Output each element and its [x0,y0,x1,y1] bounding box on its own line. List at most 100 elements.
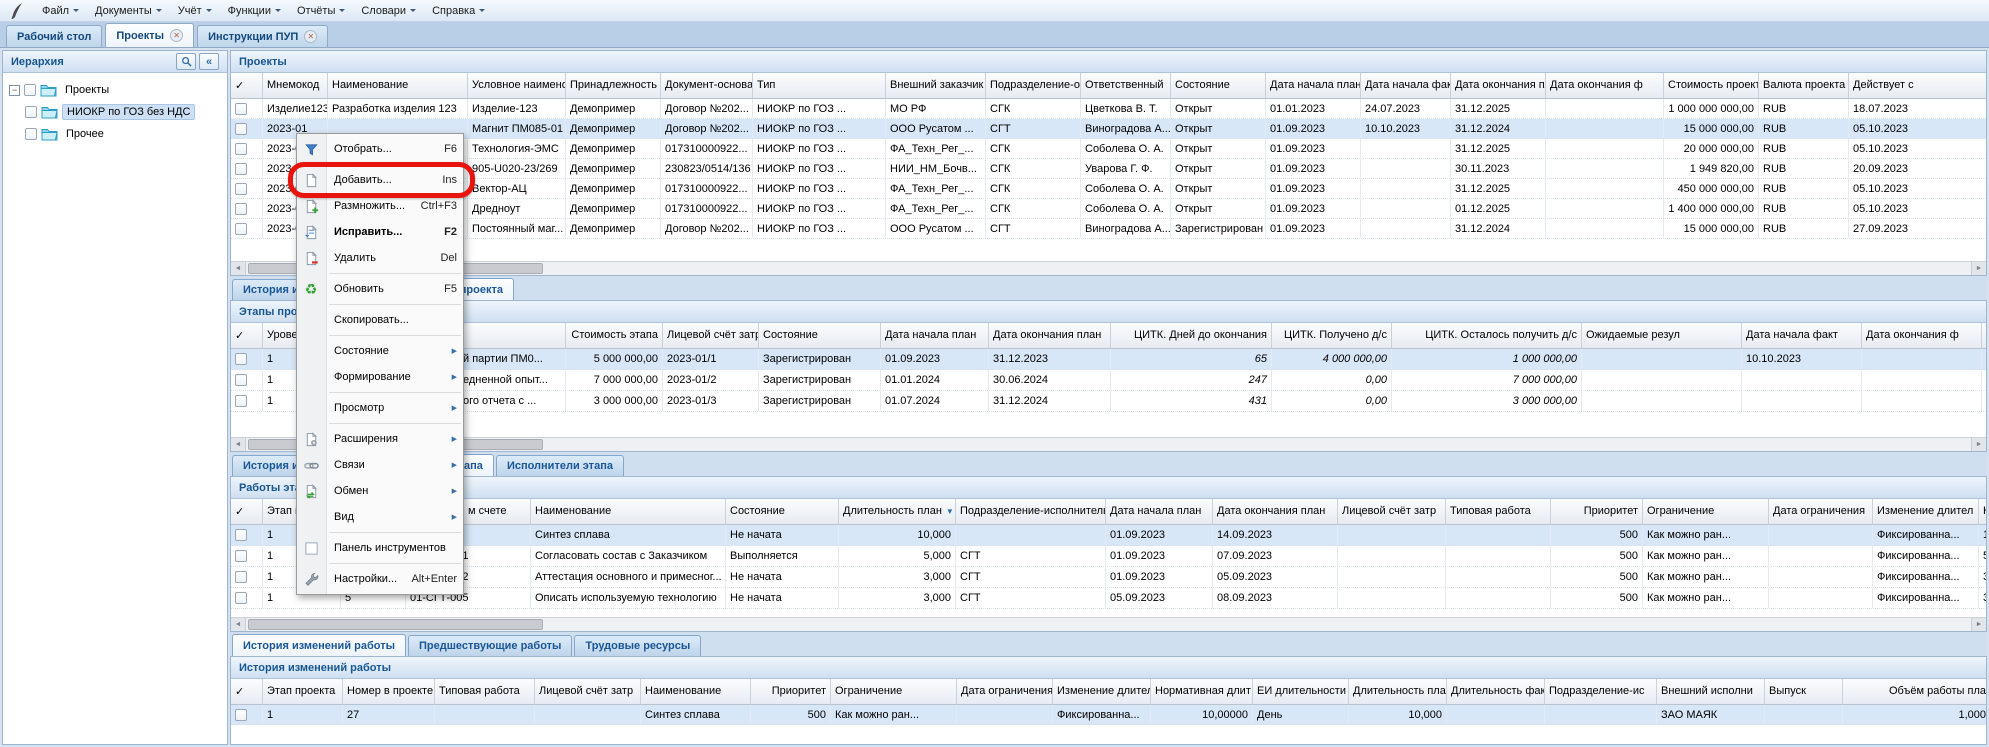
cell[interactable]: НИИ_НМ_Бочв... [886,159,986,178]
cell[interactable]: СГК [986,99,1081,118]
cell[interactable]: 18.07.2023 [1849,99,1987,118]
row-checkbox-cell[interactable] [231,179,263,198]
cell[interactable]: Изделие-123 [468,99,566,118]
cell[interactable] [1982,391,1987,411]
cell[interactable]: Синтез сплава [641,705,751,724]
cell[interactable] [1742,370,1862,390]
cell[interactable]: Зарегистрирован [1171,219,1266,238]
cell[interactable]: НИОКР по ГОЗ ... [753,119,886,138]
column-header[interactable]: Изменение длител [1873,499,1979,524]
column-header[interactable]: Внешний заказчик [886,73,986,98]
row-checkbox-cell[interactable] [231,219,263,238]
cell[interactable] [1446,546,1551,566]
column-header[interactable]: ✓ [231,73,263,98]
cell[interactable]: 3 000 000,00 [1392,391,1582,411]
cell[interactable]: СГК [986,159,1081,178]
table-row[interactable]: 2023-03905-U020-23/269Демопример230823/0… [231,159,1986,179]
cell[interactable]: Как можно ран... [1643,546,1769,566]
cell[interactable]: Виноградова А... [1081,119,1171,138]
cell[interactable]: Как можно ран... [831,705,957,724]
scroll-left-icon[interactable]: ◄ [231,618,246,631]
table-row[interactable]: 1501-СГТ-005Описать используемую техноло… [231,588,1986,609]
checkbox-icon[interactable] [235,123,247,135]
cell[interactable]: ЗАО МАЯК [1657,705,1765,724]
cell[interactable]: 4 000 000,00 [1272,349,1392,369]
cell[interactable]: 07.09.2023 [1213,546,1338,566]
cell[interactable] [1338,525,1446,545]
context-menu-item-filter[interactable]: Отобрать...F6 [297,136,463,162]
cell[interactable] [1361,219,1451,238]
cell[interactable]: Демопример [566,199,661,218]
cell[interactable]: RUB [1759,119,1849,138]
column-header[interactable]: ✓ [231,679,263,704]
context-menu-item-edit[interactable]: Исправить...F2 [297,219,463,245]
checkbox-icon[interactable] [235,529,247,541]
tree-item[interactable]: −Проекты [9,79,227,101]
cell[interactable]: СГТ [986,219,1081,238]
cell[interactable]: 31.12.2023 [989,349,1111,369]
cell[interactable]: 05.10.2023 [1849,199,1987,218]
cell[interactable]: Уварова Г. Ф. [1081,159,1171,178]
cell[interactable]: 017310000922... [661,199,753,218]
context-menu-item-delete[interactable]: УдалитьDel [297,245,463,271]
column-header[interactable]: Лицевой счёт затр [1338,499,1446,524]
column-header[interactable]: Дата начала план [1106,499,1213,524]
column-header[interactable]: Лицевой счёт затр [535,679,641,704]
cell[interactable]: Синтез сплава [531,525,726,545]
cell[interactable]: 65 [1111,349,1272,369]
cell[interactable] [1446,588,1551,608]
cell[interactable]: 905-U020-23/269 [468,159,566,178]
menubar-item-documents[interactable]: Документы [87,3,170,19]
column-header[interactable]: Подразделение-исполнитель.. [956,499,1106,524]
cell[interactable]: 2023-01/2 [663,370,759,390]
cell[interactable]: 01.09.2023 [1106,525,1213,545]
panel-tab[interactable]: Исполнители этапа [496,455,624,476]
cell[interactable]: НИОКР по ГОЗ ... [753,179,886,198]
menubar-item-accounting[interactable]: Учёт [170,3,220,19]
cell[interactable]: Фиксированна... [1873,525,1979,545]
cell[interactable] [1742,391,1862,411]
cell[interactable]: 431 [1111,391,1272,411]
row-checkbox-cell[interactable] [231,370,263,390]
table-row[interactable]: 1Синтез сплаваНе начата10,00001.09.20231… [231,525,1986,546]
column-header[interactable]: ✓ [231,499,263,524]
cell[interactable]: Цветкова В. Т. [1081,99,1171,118]
find-button[interactable] [176,53,196,70]
cell[interactable] [1361,159,1451,178]
cell[interactable]: 3,00000 [1979,567,1987,587]
table-row[interactable]: 2023-02Технология-ЭМСДемопример017310000… [231,139,1986,159]
cell[interactable]: 01.09.2023 [1266,219,1361,238]
collapse-sidebar-button[interactable]: « [199,53,219,70]
cell[interactable] [1769,567,1873,587]
column-header[interactable]: ЦИТК. Осталось получить д/с [1392,323,1582,348]
context-menu-item-extensions[interactable]: Расширения▶ [297,426,463,452]
column-header[interactable]: Длительность план▼ [839,499,956,524]
cell[interactable]: 01.09.2023 [1106,567,1213,587]
cell[interactable]: 10.10.2023 [1742,349,1862,369]
checkbox-icon[interactable] [235,183,247,195]
context-menu-item-toolbar[interactable]: Панель инструментов [297,535,463,561]
checkbox-icon[interactable] [235,395,247,407]
cell[interactable]: 0,00 [1272,391,1392,411]
cell[interactable]: 20 000 000,00 [1664,139,1759,158]
column-header[interactable]: Дата ограничения [1769,499,1873,524]
context-menu-item-view[interactable]: Вид▶ [297,504,463,530]
cell[interactable]: Аттестация основного и примесног... [531,567,726,587]
context-menu-item-copy[interactable]: Скопировать... [297,307,463,333]
context-menu-item-preview[interactable]: Просмотр▶ [297,395,463,421]
cell[interactable]: 01.09.2023 [1266,119,1361,138]
cell[interactable]: 01.01.2024 [881,370,989,390]
cell[interactable]: Не начата [726,525,839,545]
cell[interactable]: 1 000 000 000,00 [1664,99,1759,118]
cell[interactable]: RUB [1759,159,1849,178]
checkbox-icon[interactable] [235,163,247,175]
cell[interactable]: Открыт [1171,99,1266,118]
cell[interactable]: Открыт [1171,199,1266,218]
column-header[interactable]: Номер в проекте [343,679,435,704]
cell[interactable]: Соболева О. А. [1081,199,1171,218]
row-checkbox-cell[interactable] [231,705,263,724]
cell[interactable]: МО РФ [886,99,986,118]
cell[interactable]: 31.12.2025 [1451,139,1546,158]
cell[interactable]: 3,00000 [1979,588,1987,608]
row-checkbox-cell[interactable] [231,199,263,218]
